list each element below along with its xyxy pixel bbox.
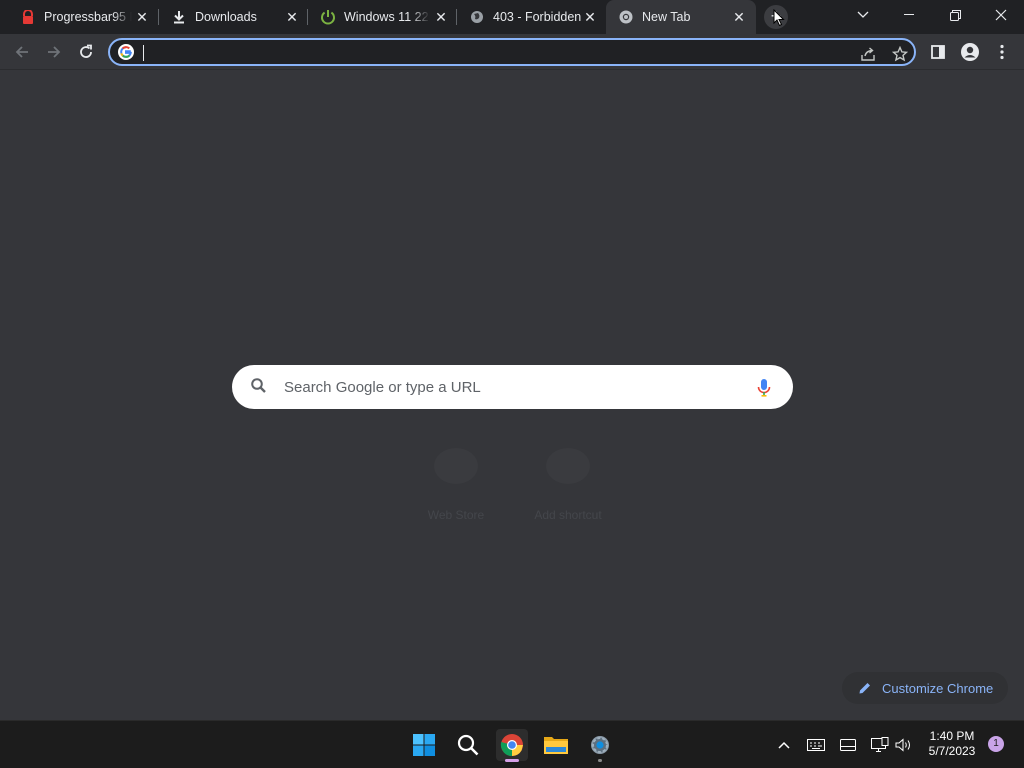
tab-title: 403 - Forbidden	[493, 10, 582, 24]
shortcut-web-store[interactable]: Web Store	[406, 448, 506, 528]
restore-icon	[949, 9, 961, 21]
minimize-button[interactable]	[886, 0, 932, 30]
chevron-up-icon	[778, 741, 790, 749]
power-icon	[320, 9, 336, 25]
customize-chrome-button[interactable]: Customize Chrome	[842, 672, 1008, 704]
taskbar-file-explorer[interactable]	[540, 729, 572, 761]
taskbar-search-button[interactable]	[452, 729, 484, 761]
active-app-indicator	[505, 759, 519, 762]
text-caret	[143, 45, 144, 61]
running-app-indicator	[598, 759, 602, 762]
settings-icon	[591, 736, 609, 754]
progressbar95-icon	[20, 9, 36, 25]
star-icon	[892, 46, 908, 62]
globe-icon	[469, 9, 485, 25]
tablet-icon	[840, 739, 856, 751]
download-icon	[171, 9, 187, 25]
show-hidden-icons-button[interactable]	[773, 735, 795, 755]
clock-time: 1:40 PM	[929, 729, 975, 743]
taskbar-chrome[interactable]	[496, 729, 528, 762]
tab-title: New Tab	[642, 10, 691, 24]
browser-window: Progressbar95 F ✕ Downloads ✕ Windows 11…	[0, 0, 1024, 768]
customize-label: Customize Chrome	[882, 681, 994, 696]
tab-search-button[interactable]	[840, 0, 886, 30]
tab-403-forbidden[interactable]: 403 - Forbidden ✕	[457, 0, 605, 34]
tab-downloads[interactable]: Downloads ✕	[159, 0, 307, 34]
restore-button[interactable]	[932, 0, 978, 30]
chrome-icon	[500, 734, 523, 756]
add-shortcut-icon	[546, 448, 590, 484]
shortcut-label: Web Store	[427, 508, 485, 522]
address-input[interactable]	[142, 43, 842, 61]
address-bar[interactable]	[108, 38, 916, 66]
forward-button[interactable]	[40, 38, 68, 66]
close-icon[interactable]: ✕	[582, 9, 598, 25]
file-explorer-icon	[544, 737, 568, 754]
keyboard-tray-button[interactable]	[805, 735, 827, 755]
tab-strip: Progressbar95 F ✕ Downloads ✕ Windows 11…	[0, 0, 1024, 34]
network-icon	[871, 737, 889, 752]
shortcut-label: Add shortcut	[534, 508, 602, 522]
chrome-menu-button[interactable]	[990, 40, 1014, 64]
tab-new-tab[interactable]: New Tab ✕	[606, 0, 756, 34]
share-button[interactable]	[858, 44, 878, 64]
back-arrow-icon	[15, 46, 28, 58]
pencil-icon	[859, 683, 870, 694]
bookmark-button[interactable]	[890, 44, 910, 64]
close-icon[interactable]: ✕	[284, 9, 300, 25]
profile-button[interactable]	[958, 40, 982, 64]
taskbar	[0, 720, 1024, 768]
volume-tray-button[interactable]	[893, 735, 915, 755]
chevron-down-icon	[857, 11, 869, 18]
microphone-icon[interactable]	[757, 378, 771, 398]
clock-date: 5/7/2023	[928, 744, 976, 758]
chrome-icon	[618, 9, 634, 25]
speaker-icon	[895, 738, 910, 752]
reload-icon	[80, 44, 92, 58]
ntp-search-box[interactable]	[232, 365, 793, 409]
toolbar	[0, 34, 1024, 70]
tab-title: Windows 11 22H	[344, 10, 430, 24]
profile-icon	[961, 43, 979, 61]
side-panel-button[interactable]	[926, 40, 950, 64]
shortcut-add[interactable]: Add shortcut	[518, 448, 618, 528]
close-window-button[interactable]	[978, 0, 1024, 30]
mouse-cursor-icon	[773, 9, 785, 27]
tab-progressbar95[interactable]: Progressbar95 F ✕	[8, 0, 158, 34]
windows-start-icon	[413, 734, 435, 756]
reload-button[interactable]	[72, 38, 100, 66]
minimize-icon	[904, 14, 914, 15]
tab-title: Progressbar95 F	[44, 10, 132, 24]
share-icon	[861, 47, 875, 61]
tab-title: Downloads	[195, 10, 257, 24]
web-store-icon	[434, 448, 478, 484]
back-button[interactable]	[8, 38, 36, 66]
notification-badge[interactable]: 1	[988, 736, 1004, 752]
side-panel-icon	[931, 45, 945, 59]
close-icon	[995, 9, 1007, 21]
network-tray-button[interactable]	[869, 735, 891, 755]
taskbar-settings[interactable]	[584, 729, 616, 762]
close-icon[interactable]: ✕	[433, 9, 449, 25]
tab-windows-11[interactable]: Windows 11 22H ✕	[308, 0, 456, 34]
start-button[interactable]	[408, 729, 440, 761]
taskbar-clock[interactable]: 1:40 PM 5/7/2023	[924, 729, 980, 759]
tablet-tray-button[interactable]	[837, 735, 859, 755]
search-icon	[251, 378, 266, 393]
search-icon	[457, 734, 479, 756]
close-icon[interactable]: ✕	[731, 9, 747, 25]
close-icon[interactable]: ✕	[134, 9, 150, 25]
forward-arrow-icon	[48, 46, 61, 58]
ntp-search-input[interactable]	[284, 377, 724, 397]
keyboard-icon	[807, 739, 825, 751]
google-icon	[118, 44, 134, 60]
kebab-menu-icon	[1000, 44, 1004, 60]
